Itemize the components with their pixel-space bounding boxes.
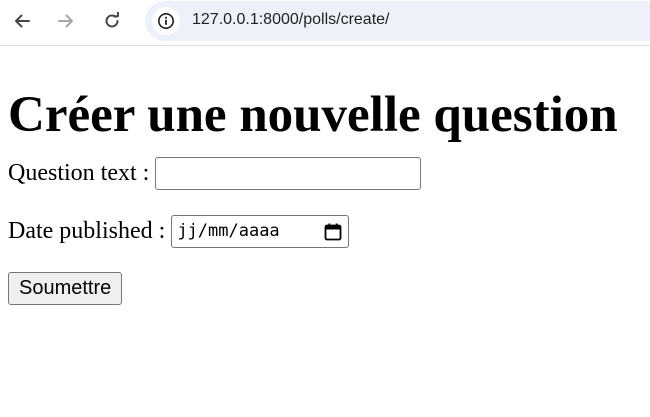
date-row: Date published : jj/mm/aaaa bbox=[8, 214, 642, 248]
back-button[interactable] bbox=[6, 5, 38, 37]
date-placeholder: jj/mm/aaaa bbox=[177, 221, 280, 241]
forward-button[interactable] bbox=[50, 5, 82, 37]
url-text[interactable]: 127.0.0.1:8000/polls/create/ bbox=[192, 11, 389, 29]
arrow-left-icon bbox=[15, 14, 30, 28]
arrow-right-icon bbox=[58, 14, 73, 28]
browser-toolbar: 127.0.0.1:8000/polls/create/ bbox=[0, 0, 650, 46]
question-row: Question text : bbox=[8, 156, 642, 190]
site-info-button[interactable] bbox=[152, 7, 180, 35]
page-title: Créer une nouvelle question bbox=[8, 87, 618, 143]
submit-button[interactable]: Soumettre bbox=[8, 272, 123, 305]
info-icon bbox=[158, 13, 174, 29]
calendar-icon[interactable] bbox=[324, 223, 342, 241]
reload-button[interactable] bbox=[96, 5, 128, 37]
question-text-input[interactable] bbox=[155, 156, 422, 190]
question-text-label: Question text : bbox=[8, 160, 150, 186]
page-content: Créer une nouvelle question Question tex… bbox=[0, 86, 650, 305]
address-bar[interactable]: 127.0.0.1:8000/polls/create/ bbox=[145, 1, 650, 41]
date-published-label: Date published : bbox=[8, 218, 166, 244]
date-published-input[interactable]: jj/mm/aaaa bbox=[171, 214, 350, 248]
question-form: Question text : Date published : jj/mm/a… bbox=[8, 156, 642, 305]
reload-icon bbox=[105, 12, 119, 28]
